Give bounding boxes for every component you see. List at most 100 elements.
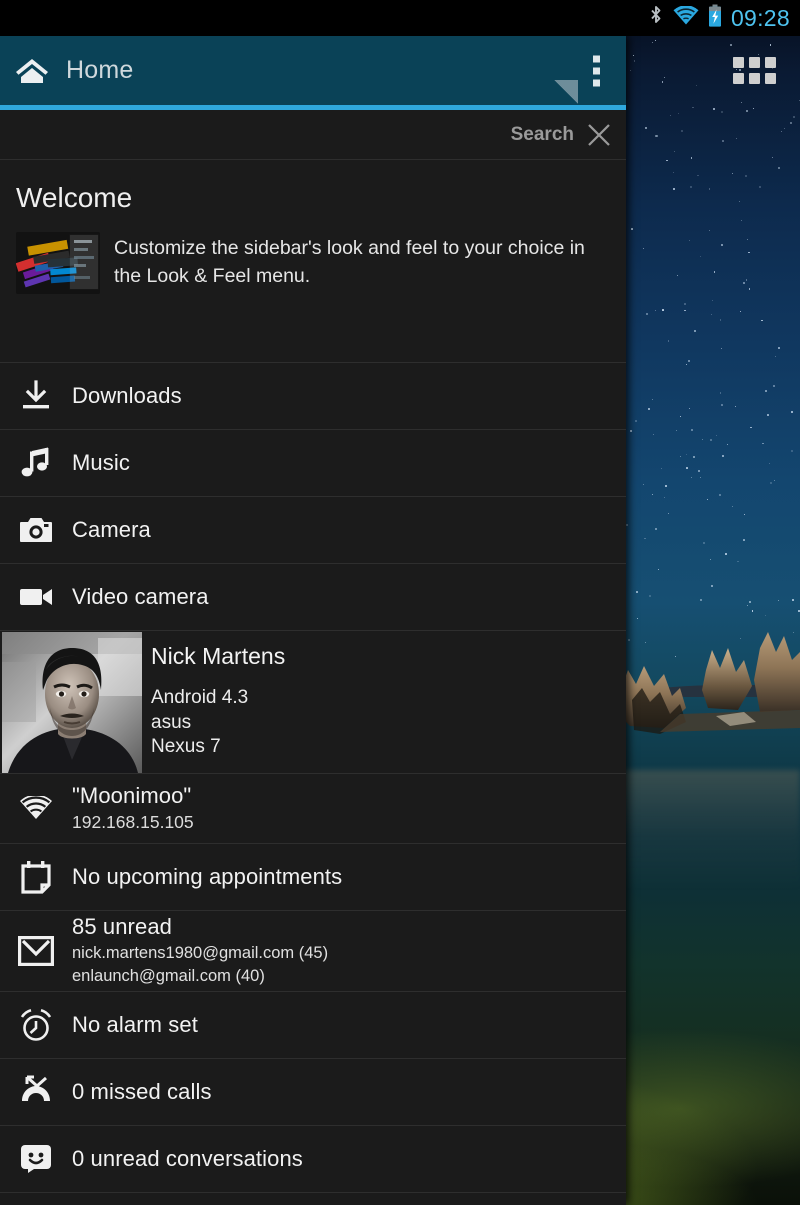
welcome-row[interactable]: Customize the sidebar's look and feel to…	[16, 232, 610, 294]
star	[667, 340, 670, 343]
star	[726, 444, 728, 446]
close-icon[interactable]	[586, 122, 612, 148]
wifi-ip: 192.168.15.105	[72, 811, 194, 832]
dot	[593, 79, 600, 86]
status-bar: 09:28	[0, 0, 800, 36]
star	[699, 476, 702, 479]
star	[644, 537, 646, 540]
sidebar-item-music[interactable]: Music	[0, 430, 626, 497]
home-icon[interactable]	[14, 56, 50, 86]
star	[722, 139, 724, 142]
star	[743, 282, 745, 284]
star	[748, 287, 751, 290]
star	[797, 610, 800, 613]
overflow-menu-icon[interactable]	[589, 51, 604, 90]
star	[769, 482, 772, 485]
star	[645, 312, 648, 315]
star	[630, 70, 632, 72]
star	[685, 454, 688, 456]
gmail-account-2: enlaunch@gmail.com (40)	[72, 967, 265, 985]
star	[709, 230, 710, 231]
sidebar-item-video-camera[interactable]: Video camera	[0, 564, 626, 631]
sidebar-item-downloads[interactable]: Downloads	[0, 363, 626, 430]
sidebar-item-label: Downloads	[72, 383, 182, 408]
grid-cell	[749, 73, 760, 84]
star	[719, 392, 721, 394]
sidebar-item-camera[interactable]: Camera	[0, 497, 626, 564]
star	[790, 122, 793, 125]
star	[688, 239, 690, 241]
star	[739, 311, 741, 313]
star	[709, 439, 712, 442]
wifi-icon	[16, 795, 56, 822]
star	[643, 247, 645, 249]
star	[661, 81, 664, 83]
star	[735, 137, 738, 139]
star	[680, 415, 682, 417]
star	[643, 484, 645, 486]
star	[764, 615, 766, 617]
star	[657, 568, 659, 571]
star	[690, 476, 692, 478]
star	[689, 408, 691, 410]
battery-charging-icon	[708, 4, 722, 32]
star	[681, 130, 683, 132]
star	[740, 102, 742, 104]
sidebar-item-alarm[interactable]: No alarm set	[0, 992, 626, 1059]
gmail-unread-count: 85 unread	[72, 913, 172, 939]
star	[702, 541, 705, 544]
gmail-text: 85 unread nick.martens1980@gmail.com (45…	[72, 914, 328, 989]
star	[679, 455, 682, 458]
star	[732, 506, 734, 508]
star	[769, 44, 772, 46]
star	[718, 494, 721, 496]
profile-manufacturer: asus	[151, 711, 192, 733]
star	[690, 157, 693, 160]
star	[747, 605, 749, 607]
profile-os: Android 4.3	[151, 687, 249, 708]
star	[746, 238, 749, 241]
sidebar-header: Home	[0, 36, 626, 105]
star	[686, 467, 688, 469]
search-bar[interactable]: Search	[0, 110, 626, 160]
star	[711, 584, 714, 587]
star	[720, 347, 722, 349]
star	[750, 427, 752, 429]
star	[683, 303, 686, 305]
alarm-title: No alarm set	[72, 1012, 198, 1037]
star	[662, 309, 664, 311]
grid-cell	[765, 73, 776, 84]
star	[676, 429, 678, 431]
star	[748, 251, 750, 254]
sidebar-item-gmail[interactable]: 85 unread nick.martens1980@gmail.com (45…	[0, 911, 626, 992]
star	[673, 188, 676, 191]
star	[697, 174, 699, 176]
video-camera-icon	[16, 585, 56, 609]
profile-name: Nick Martens	[151, 643, 286, 669]
welcome-section: Welcome Customize the sidebar's look and…	[0, 160, 626, 363]
star	[740, 219, 742, 221]
sidebar-item-wifi[interactable]: "Moonimoo" 192.168.15.105	[0, 774, 626, 844]
messages-title: 0 unread conversations	[72, 1146, 303, 1171]
sidebar-item-messages[interactable]: 0 unread conversations	[0, 1126, 626, 1193]
screen-root: 09:28 Home Search Welcome Customize the …	[0, 0, 800, 1205]
star	[729, 43, 732, 46]
resize-handle[interactable]	[554, 80, 578, 104]
star	[691, 429, 694, 432]
profile-row[interactable]: Nick Martens Android 4.3 asus Nexus 7	[0, 631, 626, 774]
app-drawer-button[interactable]	[733, 57, 776, 84]
star	[720, 404, 723, 406]
star	[762, 442, 764, 445]
star	[684, 309, 686, 311]
star	[665, 485, 667, 487]
star	[701, 438, 704, 440]
star	[663, 77, 665, 78]
star	[711, 300, 713, 301]
sidebar-item-label: Camera	[72, 517, 151, 542]
sidebar-title: Home	[66, 56, 134, 84]
star	[648, 408, 651, 410]
star	[706, 499, 708, 500]
star	[651, 398, 653, 400]
sidebar-item-calendar[interactable]: No upcoming appointments	[0, 844, 626, 911]
sidebar-item-missed-calls[interactable]: 0 missed calls	[0, 1059, 626, 1126]
